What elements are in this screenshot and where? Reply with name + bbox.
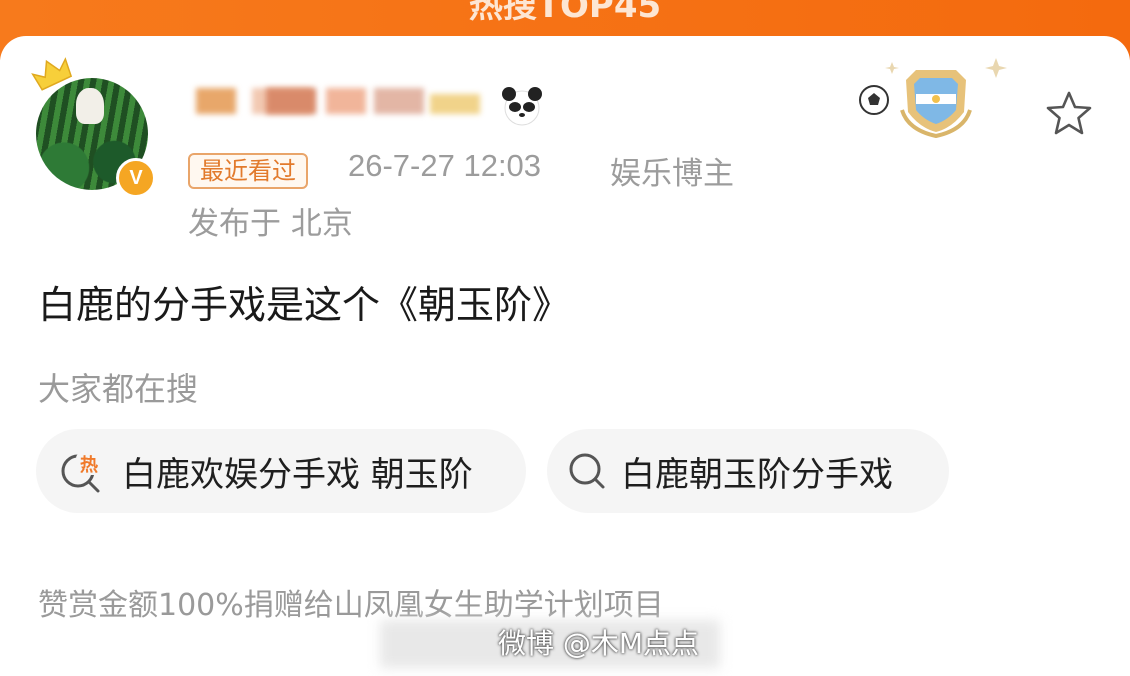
- avatar-group[interactable]: V: [31, 40, 156, 198]
- avatar-cat-figure: [76, 88, 104, 124]
- search-icon: [569, 453, 605, 489]
- search-chip-1-text: 白鹿欢娱分手戏 朝玉阶: [122, 454, 473, 495]
- svg-text:热: 热: [80, 454, 98, 476]
- recently-viewed-tag: 最近看过: [188, 153, 308, 189]
- watermark: 微博 @木M点点: [498, 627, 700, 660]
- donation-note: 赞赏金额100%捐赠给山凤凰女生助学计划项目: [38, 588, 664, 623]
- top-bar-title: 热搜TOP45: [468, 0, 662, 26]
- post-time: 26-7-27 12:03: [348, 148, 542, 183]
- search-section-label: 大家都在搜: [38, 370, 199, 408]
- hot-search-icon: 热: [61, 453, 102, 493]
- argentina-fan-badge-icon: [859, 58, 1007, 139]
- search-chip-1[interactable]: 热 白鹿欢娱分手戏 朝玉阶: [36, 429, 526, 513]
- username-blurred[interactable]: [196, 52, 486, 118]
- author-role: 娱乐博主: [610, 156, 734, 192]
- favorite-star-icon[interactable]: [1043, 88, 1095, 140]
- post-text: 白鹿的分手戏是这个《朝玉阶》: [38, 283, 571, 327]
- panda-emoji-icon: [502, 87, 542, 126]
- post-location: 发布于 北京: [188, 206, 353, 242]
- verified-badge-icon: V: [116, 158, 156, 198]
- search-chip-2-text: 白鹿朝玉阶分手戏: [621, 454, 893, 495]
- search-chip-2[interactable]: 白鹿朝玉阶分手戏: [547, 429, 949, 513]
